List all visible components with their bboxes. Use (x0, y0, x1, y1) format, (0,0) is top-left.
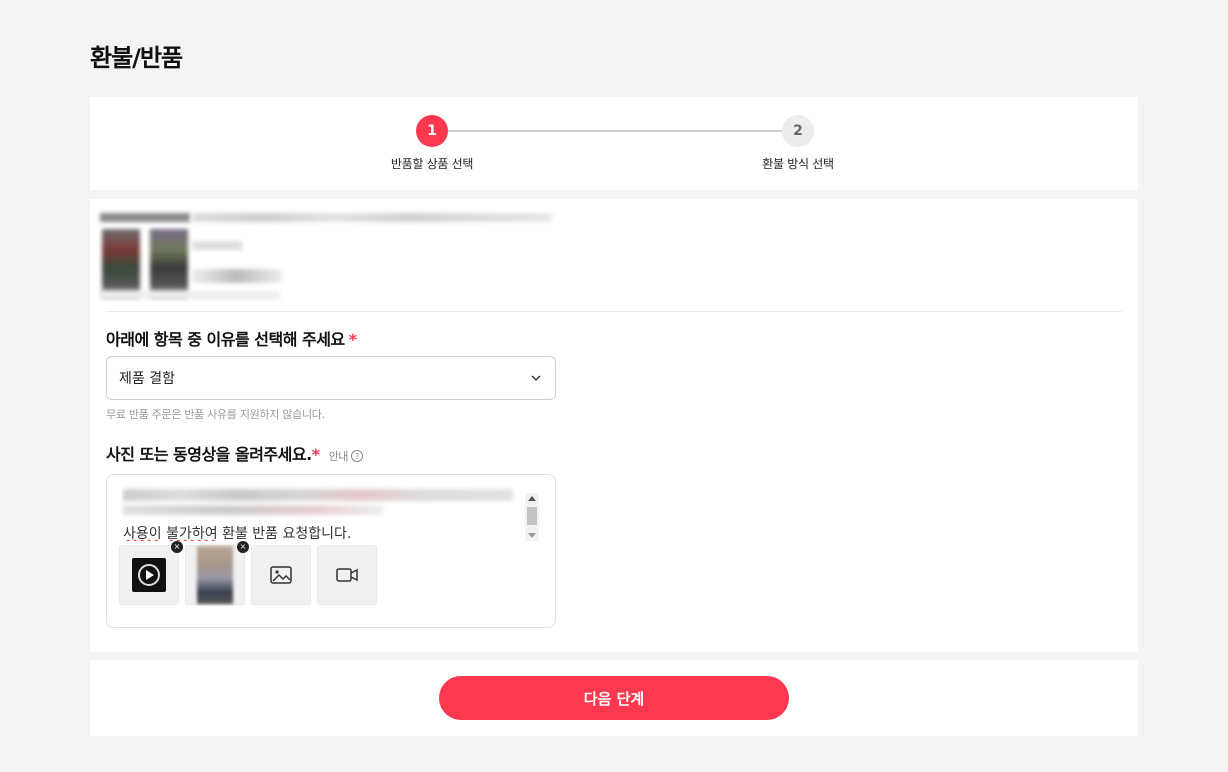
reason-select[interactable]: 제품 결함 (106, 356, 556, 400)
step-1-number: 1 (416, 115, 448, 147)
footer-card: 다음 단계 (90, 660, 1138, 736)
scroll-down-arrow[interactable] (528, 533, 536, 538)
photo-attachment[interactable]: × (185, 541, 249, 605)
reason-hint: 무료 반품 주문은 반품 사유를 지원하지 않습니다. (106, 408, 325, 421)
step-1-label: 반품할 상품 선택 (390, 157, 474, 171)
blurred-text-line (123, 489, 513, 501)
blurred-text-line (123, 505, 383, 515)
upload-label: 사진 또는 동영상을 올려주세요.* 안내? (106, 441, 363, 465)
upload-label-text: 사진 또는 동영상을 올려주세요. (106, 445, 312, 464)
question-icon: ? (350, 450, 363, 462)
description-textarea[interactable]: 사용이 불가하여 환불 반품 요청합니다. (121, 483, 521, 541)
guide-text: 안내 (328, 450, 349, 463)
photo-thumbnail (197, 546, 233, 604)
scroll-up-arrow[interactable] (528, 496, 536, 501)
step-1: 1 반품할 상품 선택 (332, 115, 532, 172)
chevron-down-icon (531, 375, 541, 381)
description-text: 사용이 불가하여 환불 반품 요청합니다. (123, 526, 352, 541)
add-photo-button[interactable] (251, 545, 311, 605)
remove-icon[interactable]: × (171, 541, 183, 553)
step-2: 2 환불 방식 선택 (698, 115, 898, 172)
stepper-card: 1 반품할 상품 선택 2 환불 방식 선택 (90, 97, 1138, 190)
video-thumbnail (132, 558, 166, 592)
step-2-label: 환불 방식 선택 (762, 157, 834, 171)
divider (106, 311, 1122, 312)
video-camera-icon (336, 568, 358, 582)
required-mark: * (348, 330, 357, 349)
reason-select-value: 제품 결함 (119, 371, 175, 387)
step-2-number: 2 (782, 115, 814, 147)
content-card: 아래에 항목 중 이유를 선택해 주세요 * 제품 결함 무료 반품 주문은 반품… (90, 199, 1138, 652)
image-icon (270, 566, 292, 584)
remove-icon[interactable]: × (237, 541, 249, 553)
reason-label-text: 아래에 항목 중 이유를 선택해 주세요 (106, 330, 345, 349)
product-info-blurred (100, 211, 560, 303)
play-icon (138, 564, 160, 586)
add-video-button[interactable] (317, 545, 377, 605)
attachment-list: × × (119, 541, 377, 605)
required-mark: * (311, 445, 320, 464)
scroll-thumb[interactable] (527, 507, 537, 525)
page-title: 환불/반품 (90, 44, 183, 72)
next-step-button[interactable]: 다음 단계 (439, 676, 789, 720)
guide-link[interactable]: 안내? (329, 448, 363, 464)
textarea-scrollbar[interactable] (525, 493, 539, 541)
upload-box: 사용이 불가하여 환불 반품 요청합니다. × × (106, 474, 556, 628)
video-attachment[interactable]: × (119, 541, 183, 605)
reason-label: 아래에 항목 중 이유를 선택해 주세요 * (106, 326, 357, 350)
